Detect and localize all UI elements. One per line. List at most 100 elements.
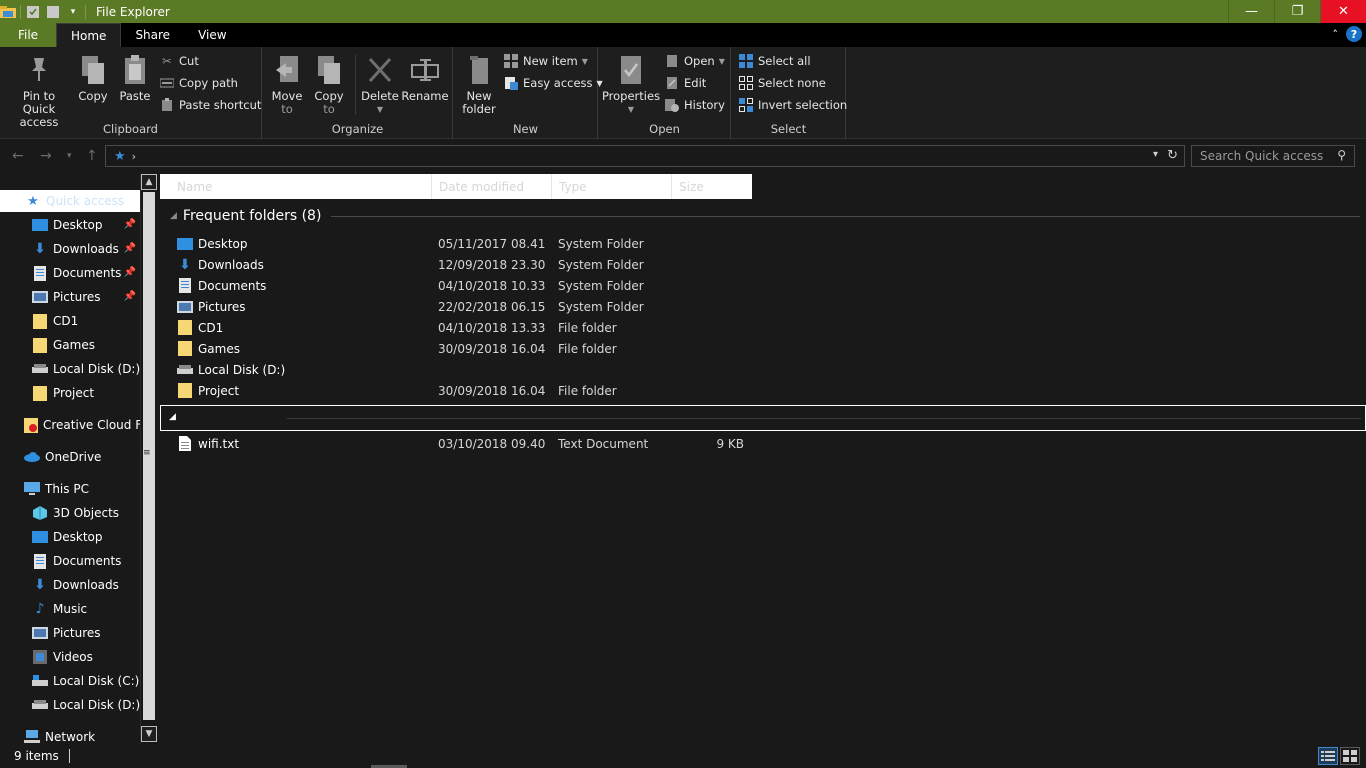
properties-icon[interactable] [25, 4, 41, 20]
invert-selection-label: Invert selection [758, 98, 848, 112]
column-type-header[interactable]: Type [552, 174, 672, 199]
nav-item-videos[interactable]: Videos [0, 646, 140, 668]
details-view-icon[interactable] [1318, 747, 1338, 765]
tab-view[interactable]: View [184, 23, 240, 47]
scroll-down-icon[interactable]: ▼ [141, 726, 157, 742]
pin-icon [24, 53, 54, 87]
close-button[interactable]: ✕ [1320, 0, 1366, 23]
nav-item-music[interactable]: ♪ Music [0, 598, 140, 620]
frequent-folders-group[interactable]: ◢ Frequent folders (8) [170, 208, 1360, 224]
list-item[interactable]: CD1 04/10/2018 13.33 File folder [160, 317, 1366, 338]
scissors-icon: ✂ [162, 54, 172, 68]
search-input[interactable]: Search Quick access ⚲ [1191, 145, 1355, 167]
list-item[interactable]: Games 30/09/2018 16.04 File folder [160, 338, 1366, 359]
scroll-up-icon[interactable]: ▲ [141, 174, 157, 190]
recent-files-group[interactable]: ◢ [160, 405, 1366, 431]
nav-item-local-disk-d-quick[interactable]: Local Disk (D:) [0, 358, 140, 380]
copy-to-button[interactable]: Copy to [311, 53, 347, 116]
nav-item-desktop[interactable]: Desktop [0, 526, 140, 548]
large-icons-view-icon[interactable] [1340, 747, 1360, 765]
list-item[interactable]: wifi.txt 03/10/2018 09.40 Text Document … [160, 433, 1366, 454]
nav-item-pictures-pinned[interactable]: Pictures 📌 [0, 286, 140, 308]
splitter-grip-icon[interactable]: ≡ [143, 448, 151, 458]
list-item[interactable]: Desktop 05/11/2017 08.41 System Folder [160, 233, 1366, 254]
nav-item-network[interactable]: Network [0, 726, 140, 744]
copy-button[interactable]: Copy [76, 53, 110, 103]
help-icon[interactable]: ? [1346, 26, 1362, 42]
recent-locations-chevron-icon[interactable]: ▾ [67, 151, 72, 161]
delete-button[interactable]: Delete ▼ [360, 53, 400, 116]
edit-button[interactable]: Edit [665, 74, 706, 92]
invert-selection-button[interactable]: Invert selection [739, 96, 847, 114]
properties-button[interactable]: Properties ▼ [602, 53, 660, 116]
column-name-header[interactable]: Name [160, 174, 432, 199]
nav-item-creative-cloud[interactable]: Creative Cloud Fil [0, 414, 140, 436]
back-arrow-icon[interactable]: ← [12, 148, 24, 164]
paste-button[interactable]: Paste [118, 53, 152, 103]
new-group: New folder New item ▼ Easy access ▼ New [454, 47, 603, 139]
tab-share[interactable]: Share [121, 23, 184, 47]
paste-shortcut-button[interactable]: Paste shortcut [160, 96, 261, 114]
select-none-button[interactable]: Select none [739, 74, 826, 92]
column-size-header[interactable]: Size [672, 174, 752, 199]
up-arrow-icon[interactable]: ↑ [86, 148, 98, 164]
history-button[interactable]: History [665, 96, 725, 114]
collapse-triangle-icon[interactable]: ◢ [170, 211, 177, 221]
paste-shortcut-icon [160, 98, 174, 112]
nav-item-cd1[interactable]: CD1 [0, 310, 140, 332]
search-icon[interactable]: ⚲ [1337, 148, 1346, 162]
nav-item-this-pc[interactable]: This PC [0, 478, 140, 500]
easy-access-button[interactable]: Easy access ▼ [504, 74, 603, 92]
address-field[interactable]: ★ › ▾ ↻ [105, 145, 1185, 167]
nav-item-desktop-pinned[interactable]: Desktop 📌 [0, 214, 140, 236]
rename-button[interactable]: Rename [401, 53, 449, 103]
pin-to-quick-access-button[interactable]: Pin to Quick access [6, 53, 72, 129]
collapse-triangle-icon[interactable]: ◢ [169, 412, 176, 422]
new-folder-button[interactable]: New folder [460, 53, 498, 116]
tab-home[interactable]: Home [56, 23, 122, 47]
nav-item-3d-objects[interactable]: 3D Objects [0, 502, 140, 524]
nav-item-documents-pinned[interactable]: Documents 📌 [0, 262, 140, 284]
cut-button[interactable]: ✂ Cut [160, 52, 199, 70]
nav-item-games[interactable]: Games [0, 334, 140, 356]
nav-item-onedrive[interactable]: OneDrive [0, 446, 140, 468]
navpane-scrollbar[interactable]: ▲ ▼ [140, 174, 157, 744]
list-item[interactable]: Pictures 22/02/2018 06.15 System Folder [160, 296, 1366, 317]
nav-item-downloads[interactable]: ⬇ Downloads [0, 574, 140, 596]
paste-label: Paste [119, 89, 151, 103]
list-item[interactable]: ⬇ Downloads 12/09/2018 23.30 System Folde… [160, 254, 1366, 275]
new-folder-qat-icon[interactable] [45, 4, 61, 20]
item-name: Pictures [198, 299, 246, 314]
qat-dropdown-icon[interactable]: ▾ [65, 4, 81, 20]
restore-button[interactable]: ❐ [1274, 0, 1320, 23]
delete-dropdown-icon[interactable]: ▼ [377, 103, 383, 116]
list-item[interactable]: Local Disk (D:) [160, 359, 1366, 380]
status-separator [68, 749, 70, 763]
item-name: Project [198, 383, 240, 398]
select-all-button[interactable]: Select all [739, 52, 811, 70]
list-item[interactable]: Documents 04/10/2018 10.33 System Folder [160, 275, 1366, 296]
list-item[interactable]: Project 30/09/2018 16.04 File folder [160, 380, 1366, 401]
nav-item-pictures[interactable]: Pictures [0, 622, 140, 644]
forward-arrow-icon[interactable]: → [40, 148, 52, 164]
nav-item-local-disk-c[interactable]: Local Disk (C:) [0, 670, 140, 692]
nav-item-quick-access[interactable]: ★ Quick access [0, 190, 140, 212]
nav-item-local-disk-d[interactable]: Local Disk (D:) [0, 694, 140, 716]
breadcrumb-separator[interactable]: › [132, 150, 136, 163]
new-item-button[interactable]: New item ▼ [504, 52, 588, 70]
minimize-button[interactable]: — [1228, 0, 1274, 23]
address-dropdown-icon[interactable]: ▾ [1153, 149, 1158, 160]
documents-icon [32, 553, 48, 569]
tab-file[interactable]: File [0, 23, 56, 47]
copy-path-button[interactable]: Copy path [160, 74, 238, 92]
column-date-header[interactable]: Date modified [432, 174, 552, 199]
item-name: Games [198, 341, 240, 356]
collapse-ribbon-icon[interactable]: ˄ [1333, 28, 1339, 41]
refresh-icon[interactable]: ↻ [1167, 148, 1178, 163]
move-to-button[interactable]: Move to [269, 53, 305, 116]
nav-item-documents[interactable]: Documents [0, 550, 140, 572]
nav-item-downloads-pinned[interactable]: ⬇ Downloads 📌 [0, 238, 140, 260]
properties-dropdown-icon[interactable]: ▼ [628, 103, 634, 116]
open-button[interactable]: Open ▼ [665, 52, 725, 70]
nav-item-project[interactable]: Project [0, 382, 140, 404]
